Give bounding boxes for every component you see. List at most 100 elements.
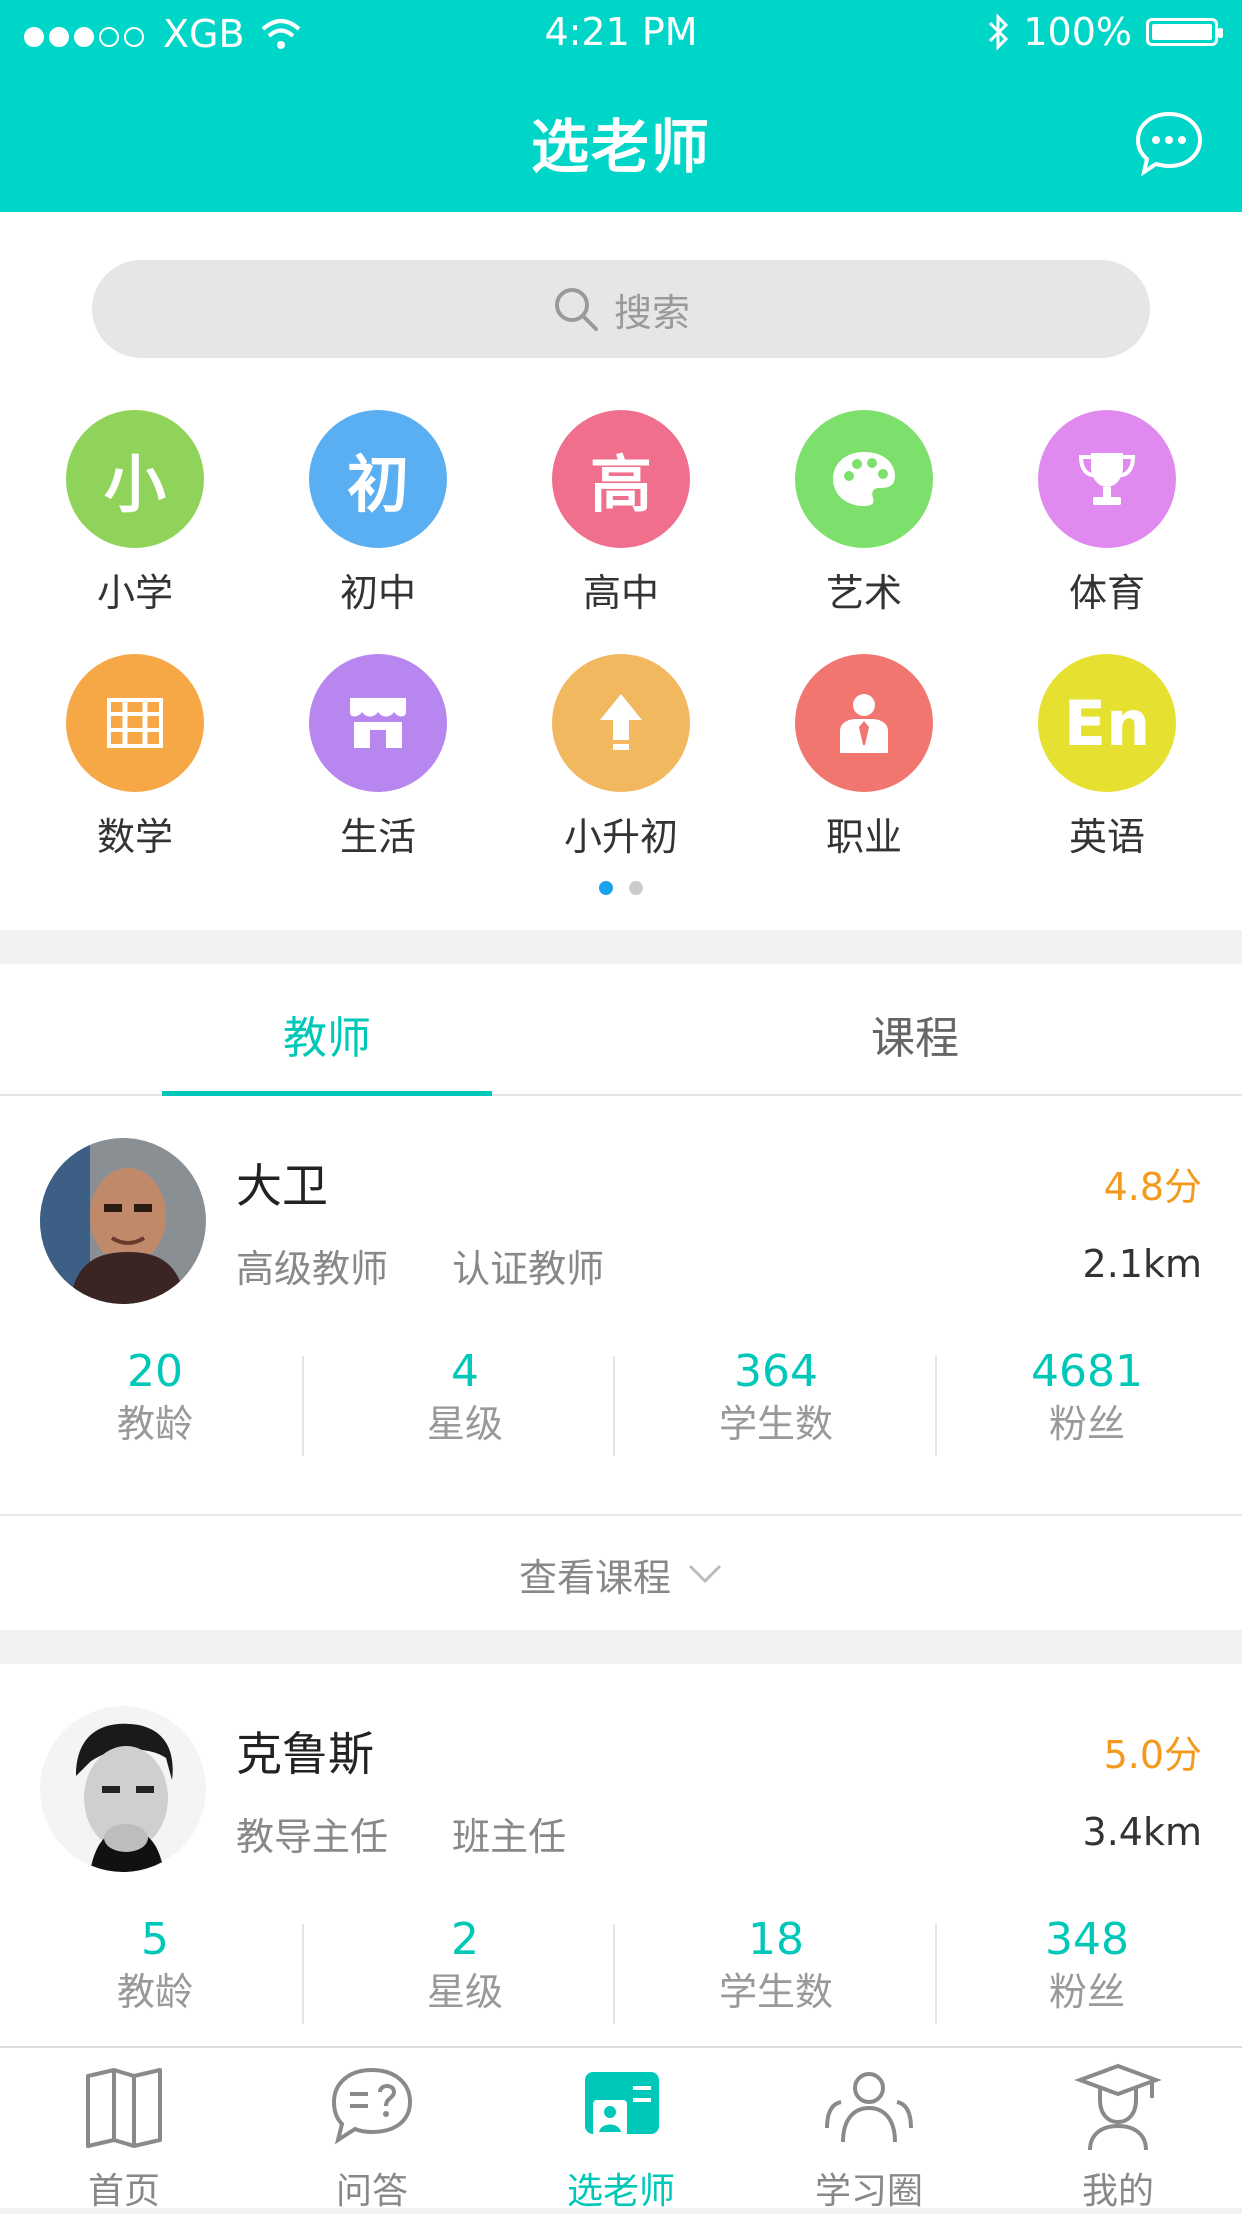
person-tie-icon: [795, 654, 933, 792]
tabbar-label: 学习圈: [814, 2171, 923, 2212]
status-bar: XGB 4:21 PM 100%: [0, 0, 1242, 66]
avatar[interactable]: [40, 1138, 206, 1304]
stat-label: 粉丝: [1048, 1402, 1125, 1446]
teacher-score: 4.8分: [1103, 1165, 1202, 1209]
group-icon: [825, 2072, 913, 2143]
category-area: 搜索 小 小学 初 初中 高 高中 艺术 体育 数学 生活 小升初 职业 En …: [0, 212, 1242, 930]
stat-value: 18: [748, 1914, 804, 1965]
stat-stars: 2 星级: [310, 1914, 620, 2018]
battery-percent: 100%: [1023, 10, 1132, 54]
category-label: 初中: [339, 571, 416, 615]
category-label: 英语: [1068, 815, 1145, 859]
teacher-stats: 5 教龄 2 星级 18 学生数 348 粉丝: [0, 1914, 1242, 2024]
category-junior-icon: 初: [309, 410, 447, 548]
tab-bar-top: 教师 课程: [0, 964, 1242, 1096]
stat-stars: 4 星级: [310, 1346, 620, 1450]
category-label: 生活: [339, 815, 416, 859]
category-label: 小学: [96, 571, 173, 615]
stat-value: 5: [141, 1914, 169, 1965]
stat-value: 4: [451, 1346, 479, 1397]
divider: [302, 1356, 304, 1456]
stat-value: 364: [734, 1346, 818, 1397]
tab-course[interactable]: 课程: [750, 1002, 1080, 1066]
stat-students: 18 学生数: [621, 1914, 931, 2018]
bottom-tab-bar: 首页 问答 选老师 学习圈 我的: [0, 2046, 1242, 2212]
category-art[interactable]: 艺术: [764, 410, 964, 617]
category-senior[interactable]: 高 高中: [521, 410, 721, 617]
teacher-tag: 认证教师: [452, 1247, 605, 1291]
divider: [613, 1356, 615, 1456]
category-label: 高中: [582, 571, 659, 615]
teacher-name: 大卫: [236, 1159, 328, 1213]
page-title: 选老师: [530, 113, 711, 181]
category-label: 体育: [1068, 571, 1145, 615]
category-primary[interactable]: 小 小学: [35, 410, 235, 617]
book-icon: [86, 2068, 162, 2148]
teacher-tag: 班主任: [452, 1815, 567, 1859]
tabbar-study-circle[interactable]: 学习圈: [789, 2062, 949, 2214]
teacher-stats: 20 教龄 4 星级 364 学生数 4681 粉丝: [0, 1346, 1242, 1456]
category-label: 数学: [96, 815, 173, 859]
graduate-icon: [1074, 2063, 1162, 2151]
tabbar-label: 问答: [335, 2171, 408, 2212]
category-primary-icon: 小: [66, 410, 204, 548]
teacher-card[interactable]: 克鲁斯 5.0分 教导主任 班主任 3.4km 5 教龄 2 星级 18 学生数…: [0, 1664, 1242, 2046]
store-icon: [309, 654, 447, 792]
page-dot-active[interactable]: [599, 881, 613, 895]
category-junior[interactable]: 初 初中: [278, 410, 478, 617]
search-placeholder: 搜索: [613, 290, 690, 335]
arrow-up-icon: [552, 654, 690, 792]
category-label: 艺术: [825, 571, 902, 615]
teacher-tags: 教导主任 班主任: [236, 1806, 618, 1861]
tabbar-choose-teacher[interactable]: 选老师: [541, 2062, 701, 2214]
view-courses-label: 查看课程: [518, 1555, 671, 1600]
category-career[interactable]: 职业: [764, 654, 964, 861]
divider: [613, 1924, 615, 2024]
stat-teaching-years: 5 教龄: [0, 1914, 310, 2018]
abacus-icon: [66, 654, 204, 792]
tabbar-qa[interactable]: 问答: [292, 2062, 452, 2214]
stat-teaching-years: 20 教龄: [0, 1346, 310, 1450]
category-english[interactable]: En 英语: [1007, 654, 1207, 861]
teacher-distance: 2.1km: [1082, 1242, 1202, 1286]
tabbar-label: 我的: [1081, 2171, 1154, 2212]
trophy-icon: [1038, 410, 1176, 548]
page-indicator: [0, 880, 1242, 899]
question-bubble-icon: [331, 2067, 413, 2145]
category-label: 小升初: [563, 815, 678, 859]
tabbar-label: 首页: [87, 2171, 160, 2212]
category-english-icon: En: [1038, 654, 1176, 792]
search-icon: [554, 288, 598, 331]
stat-label: 星级: [426, 1402, 503, 1446]
stat-label: 星级: [426, 1970, 503, 2014]
tabbar-mine[interactable]: 我的: [1038, 2062, 1198, 2214]
category-life[interactable]: 生活: [278, 654, 478, 861]
stat-value: 20: [127, 1346, 183, 1397]
stat-value: 348: [1045, 1914, 1129, 1965]
page-dot[interactable]: [629, 881, 643, 895]
stat-fans: 348 粉丝: [932, 1914, 1242, 2018]
category-math[interactable]: 数学: [35, 654, 235, 861]
tab-teacher[interactable]: 教师: [162, 1002, 492, 1066]
teacher-tags: 高级教师 认证教师: [236, 1238, 656, 1293]
stat-fans: 4681 粉丝: [932, 1346, 1242, 1450]
stat-students: 364 学生数: [621, 1346, 931, 1450]
chevron-down-icon: [688, 1564, 722, 1584]
stat-label: 粉丝: [1048, 1970, 1125, 2014]
stat-value: 2: [451, 1914, 479, 1965]
tabbar-home[interactable]: 首页: [44, 2062, 204, 2214]
teacher-card[interactable]: 大卫 4.8分 高级教师 认证教师 2.1km 20 教龄 4 星级 364 学…: [0, 1096, 1242, 1630]
search-input[interactable]: 搜索: [92, 260, 1150, 358]
header: XGB 4:21 PM 100% 选老师: [0, 0, 1242, 212]
category-entrance[interactable]: 小升初: [521, 654, 721, 861]
divider: [302, 1924, 304, 2024]
view-courses-button[interactable]: 查看课程: [0, 1514, 1242, 1632]
stat-label: 教龄: [116, 1402, 193, 1446]
teacher-score: 5.0分: [1103, 1733, 1202, 1777]
teacher-tag: 教导主任: [236, 1815, 389, 1859]
message-icon[interactable]: [1134, 108, 1204, 178]
teacher-distance: 3.4km: [1082, 1810, 1202, 1854]
stat-label: 学生数: [718, 1970, 833, 2014]
category-sports[interactable]: 体育: [1007, 410, 1207, 617]
avatar[interactable]: [40, 1706, 206, 1872]
